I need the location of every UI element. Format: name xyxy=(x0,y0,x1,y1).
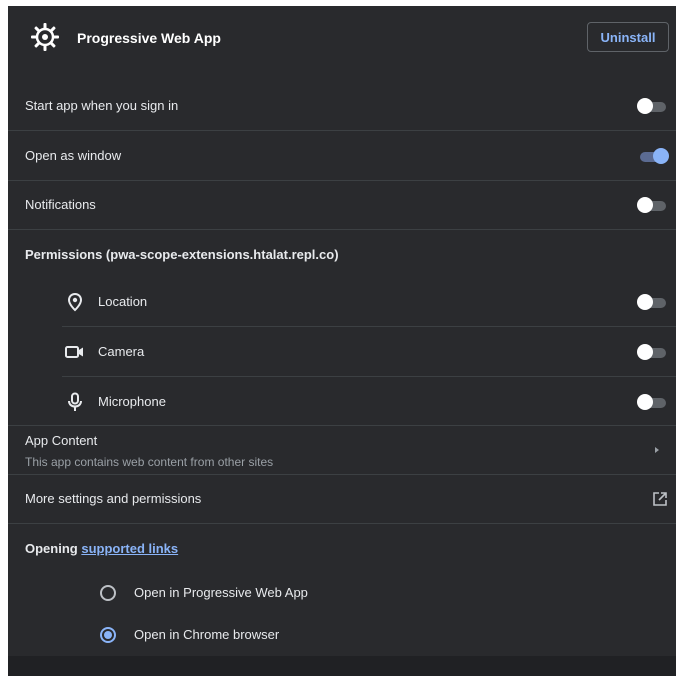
toggle-knob xyxy=(653,147,669,164)
toggle-knob xyxy=(637,343,653,360)
open-in-chrome-option[interactable]: Open in Chrome browser xyxy=(8,610,676,659)
app-settings-panel: Progressive Web App Uninstall Start app … xyxy=(8,6,676,676)
open-as-window-label: Open as window xyxy=(25,148,122,163)
gear-icon xyxy=(31,23,59,51)
camera-toggle[interactable] xyxy=(637,343,668,360)
supported-links-link[interactable]: supported links xyxy=(81,541,178,556)
open-as-window-toggle[interactable] xyxy=(638,147,669,164)
toggle-knob xyxy=(637,97,653,114)
open-in-chrome-radio[interactable] xyxy=(100,626,116,643)
open-in-pwa-label: Open in Progressive Web App xyxy=(134,585,308,600)
opening-title: Opening supported links xyxy=(25,541,178,556)
uninstall-button[interactable]: Uninstall xyxy=(587,22,669,52)
notifications-toggle[interactable] xyxy=(637,196,668,213)
location-pin-icon xyxy=(67,292,83,311)
permission-camera-label: Camera xyxy=(98,344,145,359)
more-settings-label: More settings and permissions xyxy=(25,491,202,506)
open-as-window-row[interactable]: Open as window xyxy=(8,131,676,181)
permissions-header: Permissions (pwa-scope-extensions.htalat… xyxy=(8,230,676,279)
opening-header: Opening supported links xyxy=(8,524,676,573)
toggle-knob xyxy=(637,393,653,410)
toggle-knob xyxy=(637,293,653,310)
app-header: Progressive Web App Uninstall xyxy=(8,6,676,72)
app-content-subtitle: This app contains web content from other… xyxy=(25,455,274,469)
app-content-row[interactable]: App Content This app contains web conten… xyxy=(8,425,676,475)
microphone-toggle[interactable] xyxy=(637,393,668,410)
toggle-knob xyxy=(637,196,653,213)
open-in-pwa-radio[interactable] xyxy=(100,584,116,601)
start-on-signin-label: Start app when you sign in xyxy=(25,98,179,113)
notifications-label: Notifications xyxy=(25,197,96,212)
app-title: Progressive Web App xyxy=(77,30,221,46)
camera-icon xyxy=(65,345,83,358)
permission-microphone-row[interactable]: Microphone xyxy=(8,377,676,426)
permission-location-row[interactable]: Location xyxy=(8,277,676,326)
location-toggle[interactable] xyxy=(637,293,668,310)
open-in-chrome-label: Open in Chrome browser xyxy=(134,627,280,642)
permission-camera-row[interactable]: Camera xyxy=(8,327,676,376)
footer-strip xyxy=(8,656,676,676)
more-settings-row[interactable]: More settings and permissions xyxy=(8,474,676,524)
chevron-right-icon xyxy=(655,447,659,453)
permission-location-label: Location xyxy=(98,294,148,309)
open-external-icon[interactable] xyxy=(652,491,668,507)
notifications-row[interactable]: Notifications xyxy=(8,180,676,230)
permissions-title: Permissions (pwa-scope-extensions.htalat… xyxy=(25,247,339,262)
opening-prefix: Opening xyxy=(25,541,78,556)
permission-microphone-label: Microphone xyxy=(98,394,166,409)
microphone-icon xyxy=(68,392,82,411)
app-content-title: App Content xyxy=(25,433,98,448)
start-on-signin-row[interactable]: Start app when you sign in xyxy=(8,81,676,131)
start-on-signin-toggle[interactable] xyxy=(637,97,668,114)
